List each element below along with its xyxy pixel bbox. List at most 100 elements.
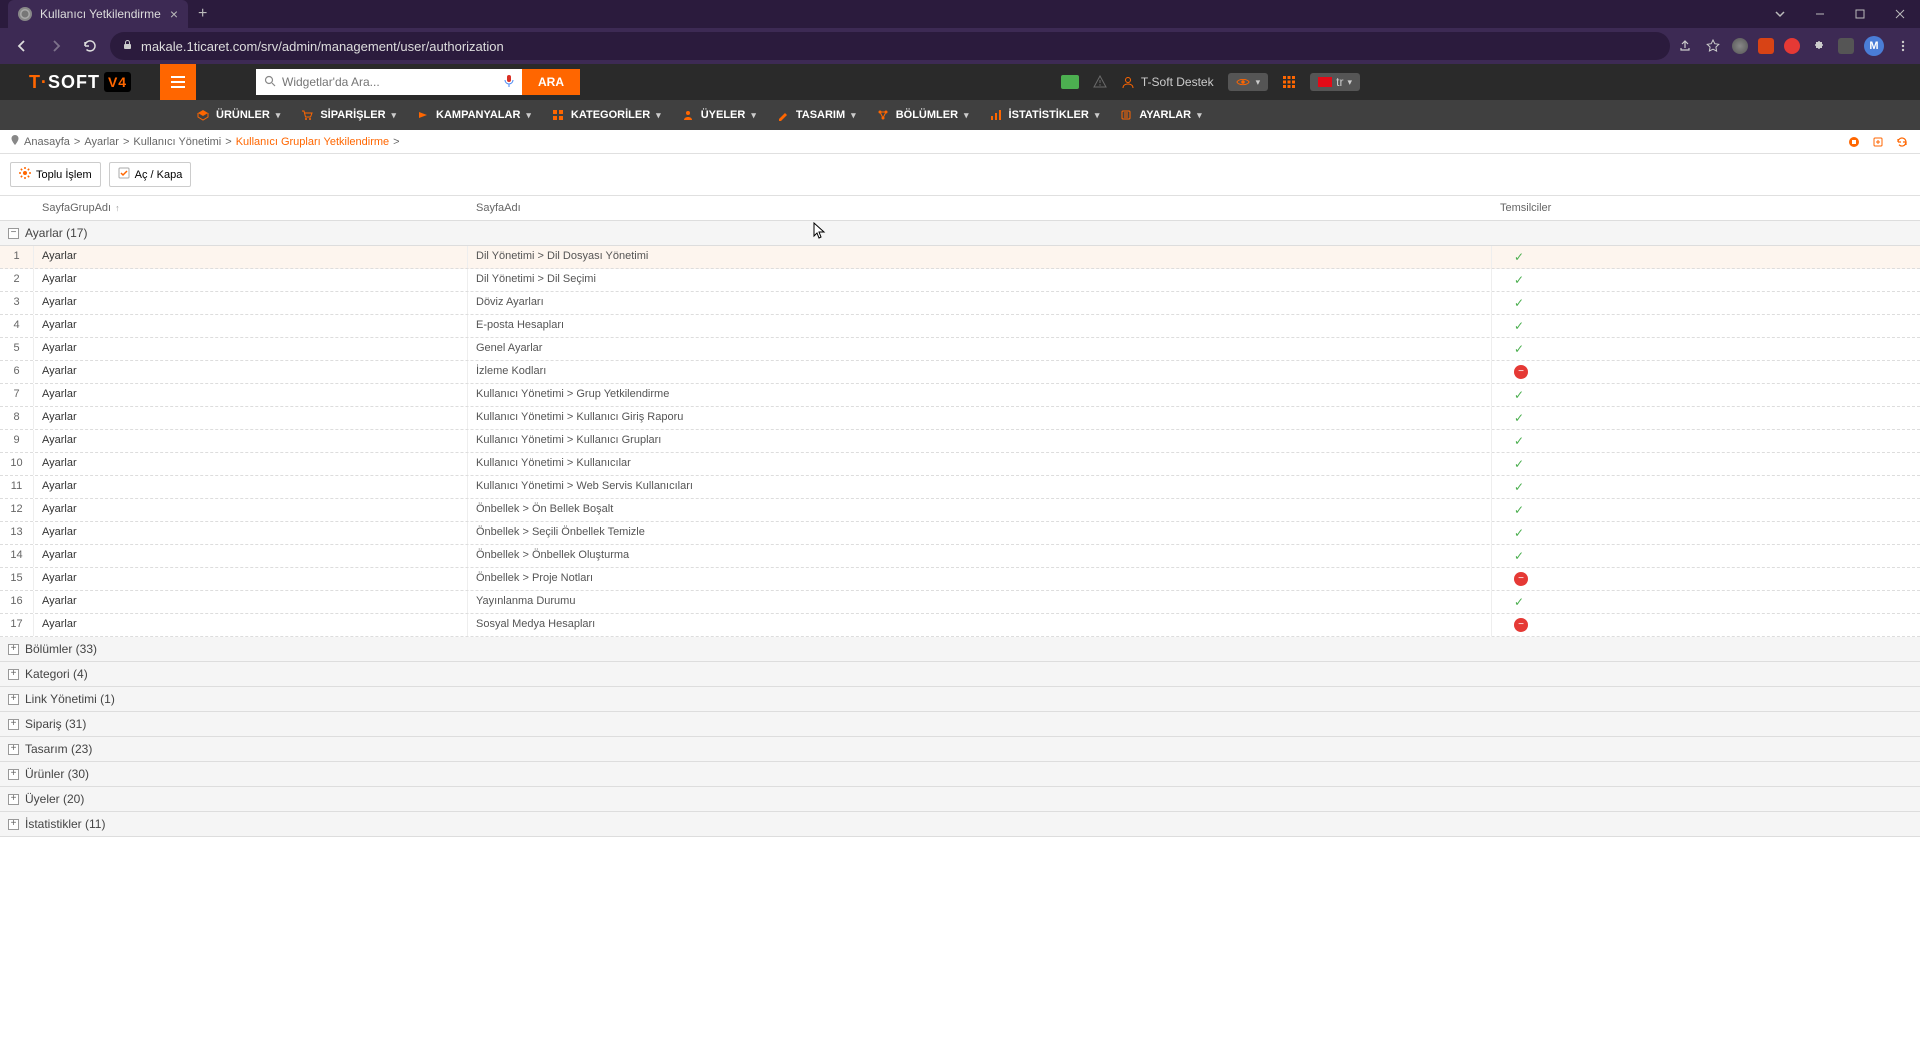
mic-icon[interactable] [504,74,514,91]
back-button[interactable] [8,32,36,60]
nav-sections[interactable]: BÖLÜMLER▾ [866,100,979,130]
row-status[interactable]: ✓ [1492,499,1920,521]
group-row[interactable]: +Link Yönetimi (1) [0,687,1920,712]
language-selector[interactable]: tr ▾ [1310,73,1360,91]
table-row[interactable]: 9AyarlarKullanıcı Yönetimi > Kullanıcı G… [0,430,1920,453]
expand-icon[interactable]: + [8,744,19,755]
address-bar[interactable]: makale.1ticaret.com/srv/admin/management… [110,32,1670,60]
table-row[interactable]: 1AyarlarDil Yönetimi > Dil Dosyası Yönet… [0,246,1920,269]
table-row[interactable]: 7AyarlarKullanıcı Yönetimi > Grup Yetkil… [0,384,1920,407]
nav-statistics[interactable]: İSTATİSTİKLER▾ [979,100,1110,130]
browser-tab[interactable]: Kullanıcı Yetkilendirme × [8,0,188,28]
row-status[interactable]: − [1492,614,1920,636]
hamburger-button[interactable] [160,64,196,100]
expand-icon[interactable]: + [8,694,19,705]
search-button[interactable]: ARA [522,69,580,95]
extensions-puzzle-icon[interactable] [1810,37,1828,55]
expand-icon[interactable]: + [8,769,19,780]
expand-icon[interactable]: + [8,719,19,730]
table-row[interactable]: 10AyarlarKullanıcı Yönetimi > Kullanıcıl… [0,453,1920,476]
bookmark-star-icon[interactable] [1704,37,1722,55]
expand-tabs-button[interactable] [1760,0,1800,28]
close-window-button[interactable] [1880,0,1920,28]
row-status[interactable]: ✓ [1492,315,1920,337]
visibility-toggle[interactable]: ▾ [1228,73,1269,91]
nav-settings[interactable]: AYARLAR▾ [1109,100,1211,130]
table-row[interactable]: 14AyarlarÖnbellek > Önbellek Oluşturma✓ [0,545,1920,568]
table-row[interactable]: 13AyarlarÖnbellek > Seçili Önbellek Temi… [0,522,1920,545]
col-page-header[interactable]: SayfaAdı [468,196,1492,220]
expand-icon[interactable]: + [8,794,19,805]
row-status[interactable]: ✓ [1492,246,1920,268]
row-status[interactable]: − [1492,361,1920,383]
logo[interactable]: T·SOFTV4 [0,64,160,100]
table-row[interactable]: 12AyarlarÖnbellek > Ön Bellek Boşalt✓ [0,499,1920,522]
table-row[interactable]: 17AyarlarSosyal Medya Hesapları− [0,614,1920,637]
group-row[interactable]: +Tasarım (23) [0,737,1920,762]
minimize-button[interactable] [1800,0,1840,28]
table-row[interactable]: 5AyarlarGenel Ayarlar✓ [0,338,1920,361]
support-link[interactable]: T-Soft Destek [1121,75,1214,89]
expand-icon[interactable]: + [8,819,19,830]
share-icon[interactable] [1676,37,1694,55]
ext-icon-3[interactable] [1784,38,1800,54]
stop-icon[interactable] [1846,134,1862,150]
tab-close-icon[interactable]: × [170,6,178,22]
row-status[interactable]: ✓ [1492,384,1920,406]
nav-campaigns[interactable]: KAMPANYALAR▾ [406,100,541,130]
expand-icon[interactable]: + [8,644,19,655]
bulk-action-button[interactable]: Toplu İşlem [10,162,101,187]
forward-button[interactable] [42,32,70,60]
ext-icon-1[interactable] [1732,38,1748,54]
group-row[interactable]: +Sipariş (31) [0,712,1920,737]
reload-button[interactable] [76,32,104,60]
row-status[interactable]: ✓ [1492,269,1920,291]
nav-products[interactable]: ÜRÜNLER▾ [186,100,290,130]
bc-p1[interactable]: Ayarlar [84,136,119,148]
expand-collapse-button[interactable]: Aç / Kapa [109,162,192,187]
nav-categories[interactable]: KATEGORİLER▾ [541,100,671,130]
group-ayarlar[interactable]: − Ayarlar (17) [0,221,1920,246]
profile-avatar[interactable]: M [1864,36,1884,56]
col-reps-header[interactable]: Temsilciler [1492,196,1920,220]
nav-orders[interactable]: SİPARİŞLER▾ [290,100,406,130]
chat-button[interactable] [1061,75,1079,89]
nav-design[interactable]: TASARIM▾ [766,100,866,130]
row-status[interactable]: ✓ [1492,591,1920,613]
bc-home[interactable]: Anasayfa [24,136,70,148]
expand-icon[interactable]: + [8,669,19,680]
table-row[interactable]: 8AyarlarKullanıcı Yönetimi > Kullanıcı G… [0,407,1920,430]
table-row[interactable]: 4AyarlarE-posta Hesapları✓ [0,315,1920,338]
refresh-icon[interactable] [1894,134,1910,150]
row-status[interactable]: − [1492,568,1920,590]
warning-button[interactable] [1093,75,1107,89]
table-row[interactable]: 11AyarlarKullanıcı Yönetimi > Web Servis… [0,476,1920,499]
row-status[interactable]: ✓ [1492,292,1920,314]
group-row[interactable]: +İstatistikler (11) [0,812,1920,837]
table-row[interactable]: 3AyarlarDöviz Ayarları✓ [0,292,1920,315]
table-row[interactable]: 15AyarlarÖnbellek > Proje Notları− [0,568,1920,591]
group-row[interactable]: +Bölümler (33) [0,637,1920,662]
apps-grid-button[interactable] [1282,75,1296,89]
col-group-header[interactable]: SayfaGrupAdı ↑ [34,196,468,220]
collapse-icon[interactable]: − [8,228,19,239]
new-tab-button[interactable]: + [188,5,217,23]
group-row[interactable]: +Üyeler (20) [0,787,1920,812]
group-row[interactable]: +Ürünler (30) [0,762,1920,787]
row-status[interactable]: ✓ [1492,453,1920,475]
browser-menu-icon[interactable] [1894,37,1912,55]
row-status[interactable]: ✓ [1492,338,1920,360]
bc-p2[interactable]: Kullanıcı Yönetimi [133,136,221,148]
ext-icon-4[interactable] [1838,38,1854,54]
search-input[interactable] [282,75,498,89]
row-status[interactable]: ✓ [1492,545,1920,567]
nav-members[interactable]: ÜYELER▾ [671,100,766,130]
table-row[interactable]: 2AyarlarDil Yönetimi > Dil Seçimi✓ [0,269,1920,292]
table-row[interactable]: 16AyarlarYayınlanma Durumu✓ [0,591,1920,614]
row-status[interactable]: ✓ [1492,430,1920,452]
row-status[interactable]: ✓ [1492,407,1920,429]
group-row[interactable]: +Kategori (4) [0,662,1920,687]
row-status[interactable]: ✓ [1492,522,1920,544]
export-icon[interactable] [1870,134,1886,150]
maximize-button[interactable] [1840,0,1880,28]
